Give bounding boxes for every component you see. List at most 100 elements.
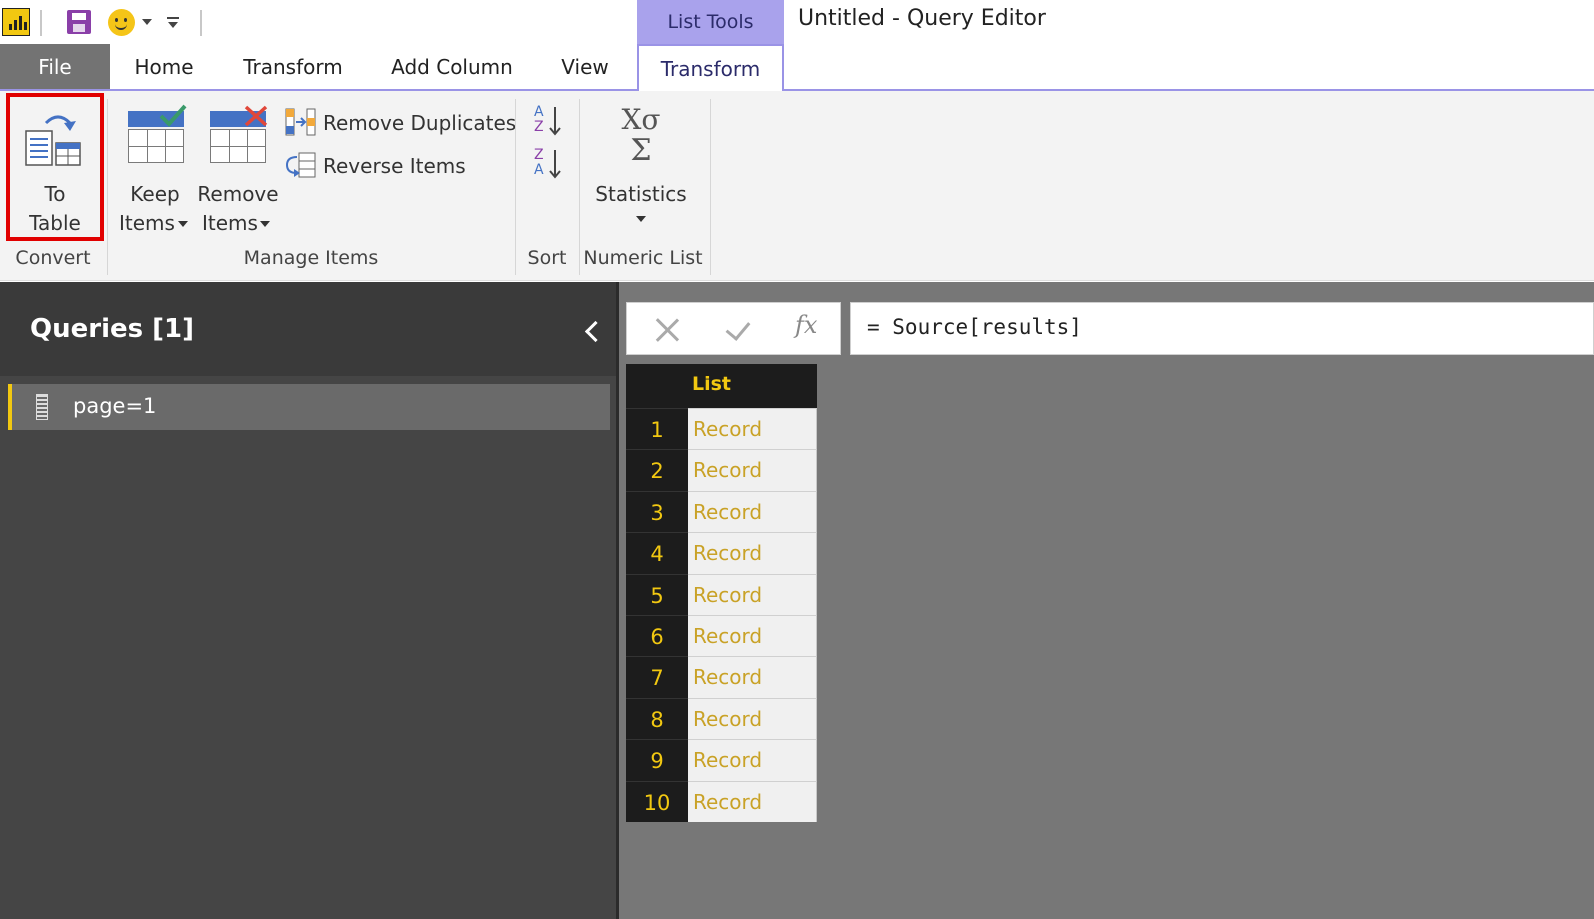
save-icon[interactable] [67,10,91,34]
query-name: page=1 [73,394,157,418]
group-label-manage-items: Manage Items [243,247,379,269]
to-table-icon [25,115,81,166]
tab-add-column[interactable]: Add Column [382,44,522,91]
record-cell[interactable]: Record [688,490,817,533]
keep-items-label-line2: Items [119,211,175,235]
tab-view[interactable]: View [552,44,618,91]
sort-descending-button[interactable]: Z A [528,148,564,184]
cancel-icon[interactable] [652,315,682,345]
table-row[interactable]: 8 Record [626,697,817,740]
record-cell[interactable]: Record [688,408,817,450]
sort-ascending-icon [549,107,561,136]
formula-controls: fx [626,302,841,355]
reverse-items-label: Reverse Items [323,154,466,178]
row-number[interactable]: 1 [626,408,688,450]
collapse-pane-icon[interactable] [584,320,600,344]
row-number[interactable]: 3 [626,490,688,533]
sort-descending-icon [549,150,561,179]
ribbon-panel: To Table Convert Keep Items Remove Items [0,91,1594,281]
statistics-icon-top: Xσ [621,103,661,136]
customize-toolbar-icon[interactable] [167,15,179,29]
table-row[interactable]: 6 Record [626,615,817,657]
record-cell[interactable]: Record [688,739,817,781]
queries-header: Queries [1] [0,282,616,376]
table-row[interactable]: 2 Record [626,449,817,491]
remove-items-icon [210,105,268,163]
keep-items-icon [128,104,187,163]
row-number[interactable]: 9 [626,739,688,781]
queries-title: Queries [1] [30,314,194,344]
to-table-label-line1: To [44,182,66,206]
keep-items-button[interactable]: Keep Items [116,99,194,237]
row-number[interactable]: 5 [626,573,688,615]
row-number[interactable]: 2 [626,449,688,491]
record-cell[interactable]: Record [688,573,817,615]
tab-home[interactable]: Home [124,44,204,91]
remove-duplicates-label: Remove Duplicates [323,111,517,135]
commit-check-icon[interactable] [725,315,751,341]
remove-items-label-line2: Items [202,211,258,235]
formula-text[interactable]: = Source[results] [867,315,1082,339]
query-item[interactable]: page=1 [8,384,610,430]
remove-items-label-line1: Remove [197,182,279,206]
power-bi-logo-icon [2,8,30,36]
to-table-button[interactable]: To Table [12,99,98,237]
group-label-sort: Sort [527,247,567,269]
statistics-dropdown-icon [636,216,646,222]
table-row[interactable]: 3 Record [626,490,817,533]
main-data-area: fx = Source[results] List 1 Record 2 Record… [619,282,1594,919]
remove-duplicates-button[interactable]: Remove Duplicates [283,105,516,141]
tab-transform[interactable]: Transform [236,44,350,91]
group-separator [710,99,711,275]
column-header-list[interactable]: List [692,373,731,395]
remove-items-dropdown-icon [260,221,270,227]
statistics-icon-sigma: Σ [630,133,652,168]
keep-items-label-line1: Keep [130,182,180,206]
statistics-label: Statistics [595,182,687,206]
sort-desc-letter-top: Z [534,147,544,163]
remove-items-button[interactable]: Remove Items [196,99,280,237]
sort-asc-letter-bottom: Z [534,119,544,135]
toolbar-separator [40,10,42,36]
fx-icon[interactable]: fx [795,311,817,339]
table-row[interactable]: 5 Record [626,573,817,615]
formula-bar[interactable]: = Source[results] [850,302,1594,355]
row-number[interactable]: 6 [626,615,688,657]
record-cell[interactable]: Record [688,780,817,822]
row-number[interactable]: 8 [626,697,688,740]
row-number[interactable]: 10 [626,780,688,822]
record-cell[interactable]: Record [688,656,817,698]
group-label-numeric-list: Numeric List [583,247,703,269]
tab-list-transform[interactable]: Transform [637,44,784,91]
grid-header: List [626,364,817,408]
table-row[interactable]: 9 Record [626,739,817,781]
table-row[interactable]: 7 Record [626,656,817,698]
reverse-items-button[interactable]: Reverse Items [283,148,509,184]
record-cell[interactable]: Record [688,532,817,574]
row-number[interactable]: 7 [626,656,688,698]
table-row[interactable]: 10 Record [626,780,817,822]
remove-duplicates-icon [285,108,316,136]
sort-asc-letter-top: A [534,104,544,120]
to-table-label-line2: Table [29,211,81,235]
feedback-dropdown-icon[interactable] [142,19,152,25]
list-query-icon [36,394,48,420]
window-title: Untitled - Query Editor [798,6,1046,31]
reverse-items-icon [285,152,316,178]
context-tab-group-label: List Tools [637,0,784,44]
ribbon-tabs: File Home Transform Add Column View Tran… [0,44,1594,91]
record-cell[interactable]: Record [688,697,817,740]
record-cell[interactable]: Record [688,615,817,657]
sort-desc-letter-bottom: A [534,162,544,178]
tab-file[interactable]: File [0,44,110,91]
table-row[interactable]: 1 Record [626,408,817,450]
record-cell[interactable]: Record [688,449,817,491]
toolbar-separator [200,10,202,36]
title-bar: List Tools Untitled - Query Editor [0,0,1594,44]
table-row[interactable]: 4 Record [626,532,817,574]
sort-ascending-button[interactable]: A Z [528,105,564,141]
statistics-button[interactable]: Xσ Σ Statistics [588,99,694,237]
smiley-feedback-icon[interactable] [108,9,135,36]
keep-items-dropdown-icon [178,221,188,227]
row-number[interactable]: 4 [626,532,688,574]
